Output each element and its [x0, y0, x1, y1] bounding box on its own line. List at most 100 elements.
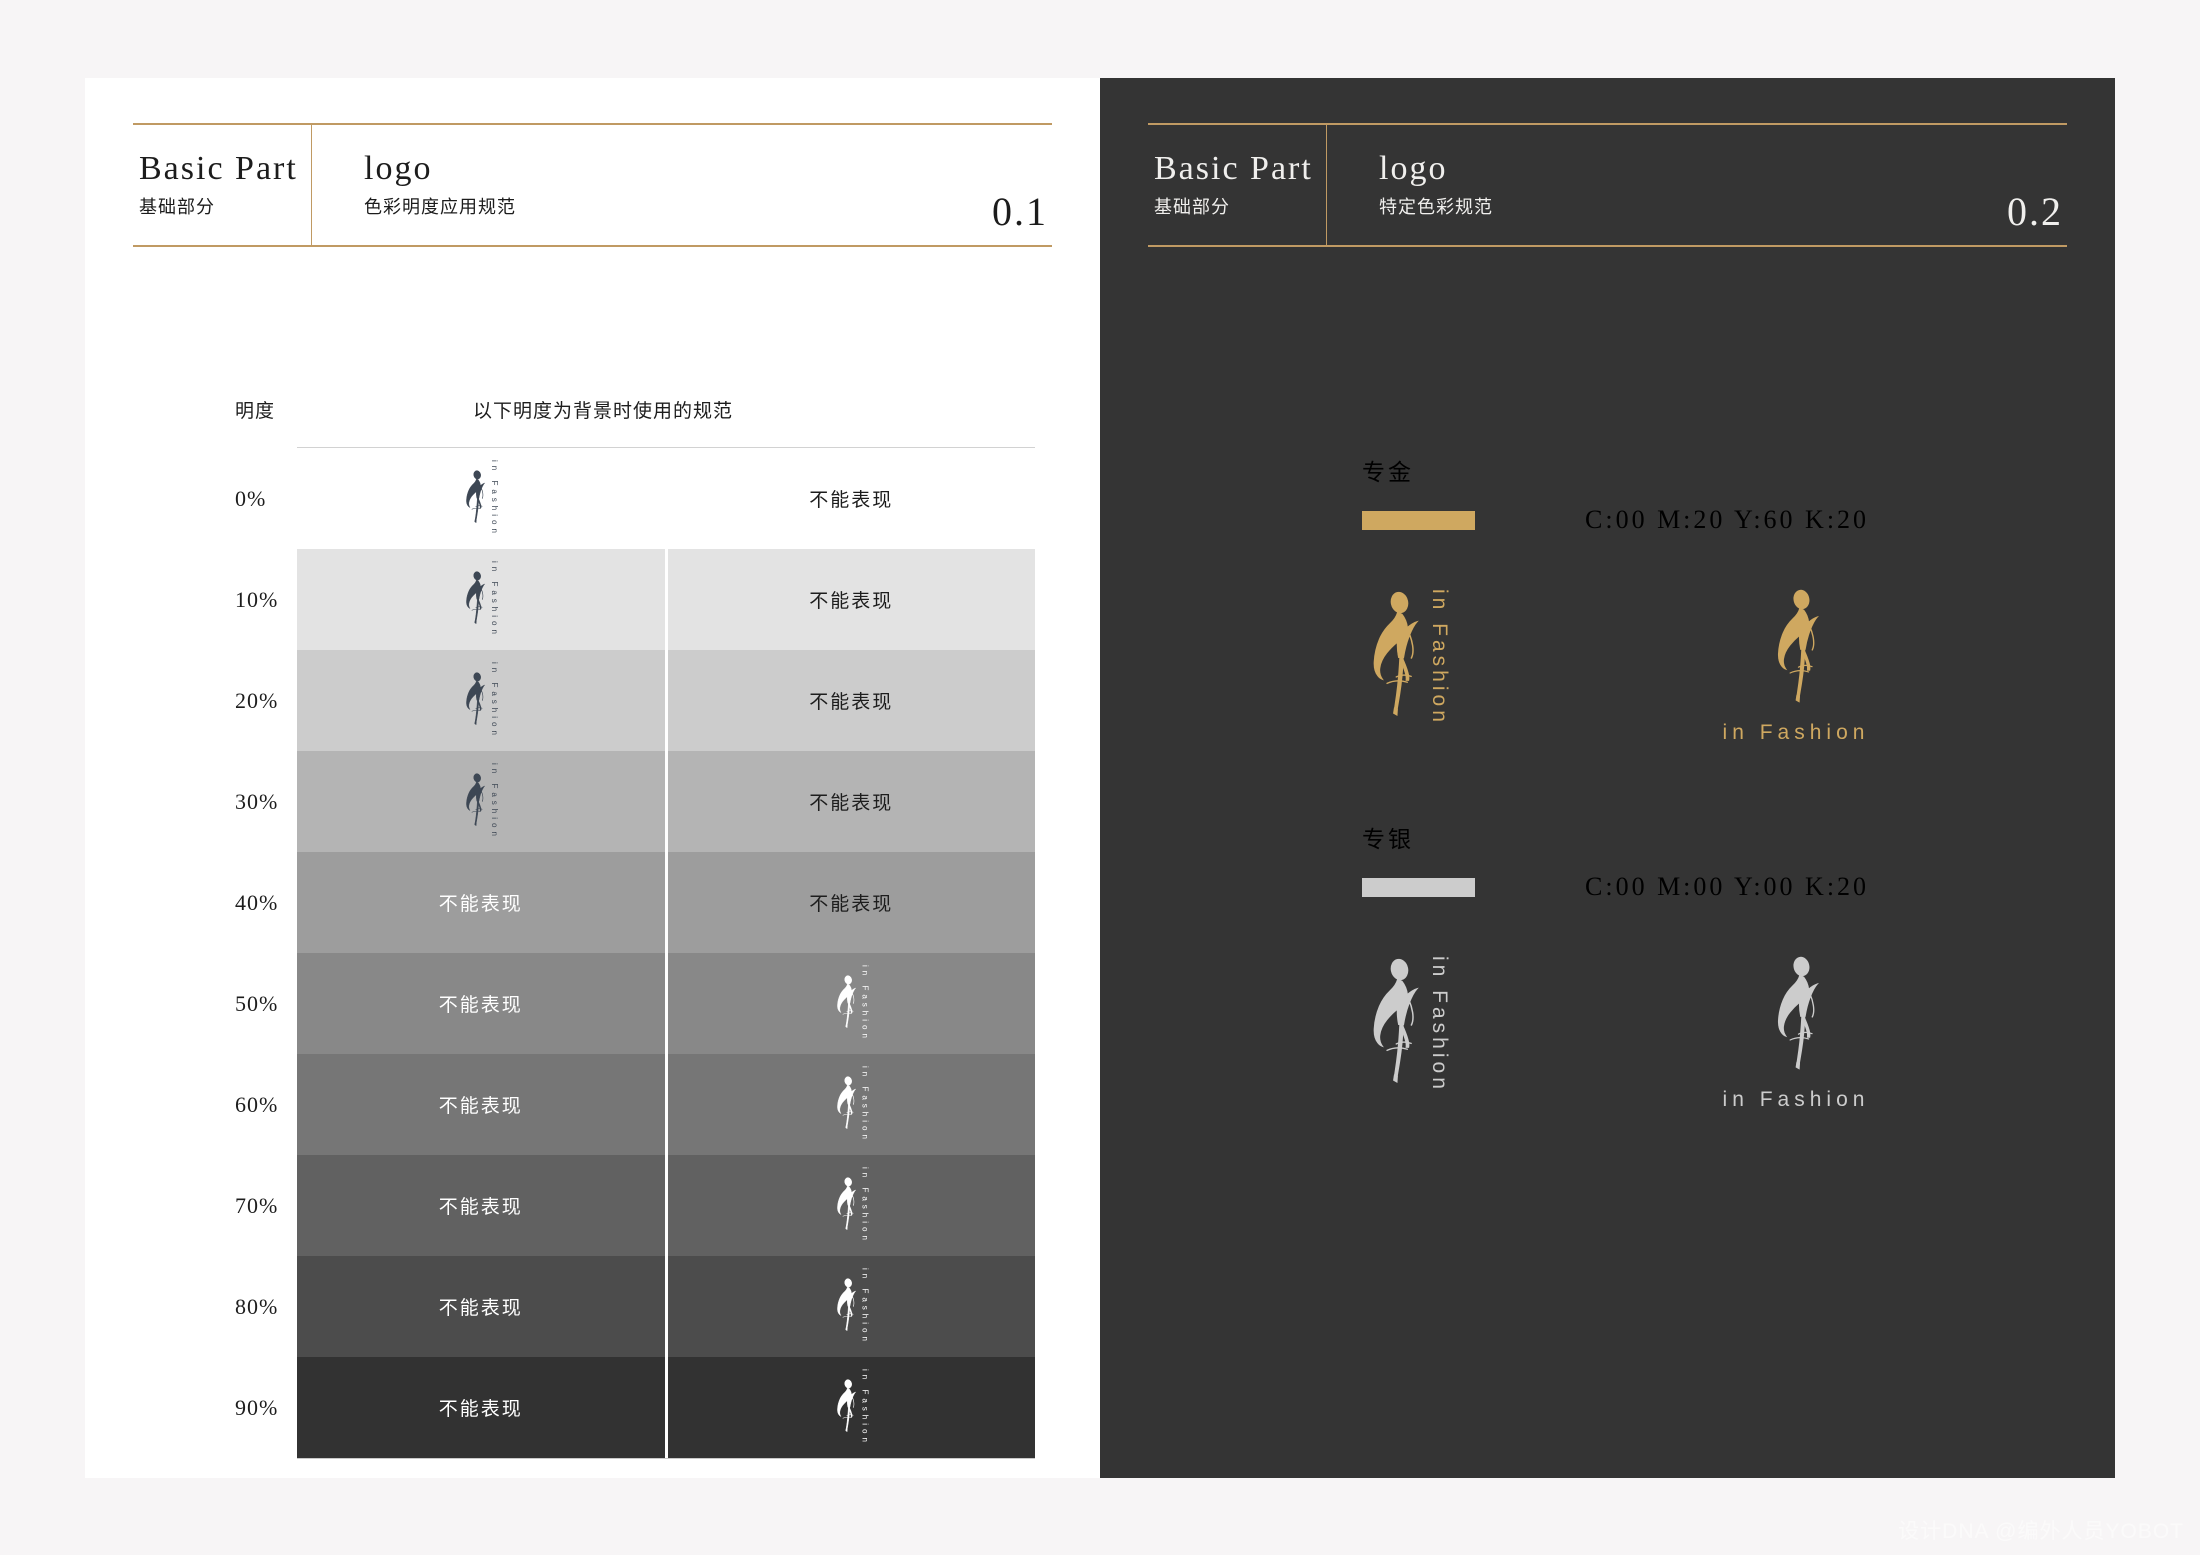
row-brightness-label: 90% [235, 1357, 297, 1458]
table-cell-left: 不能表现 [297, 852, 665, 953]
page-left: Basic Part 基础部分 logo 色彩明度应用规范 0.1 明度 以下明… [85, 78, 1100, 1478]
spec-block-silver: 专银 C:00 M:00 Y:00 K:20 in Fashion in Fas… [1362, 820, 2062, 1112]
table-bottom-rule [297, 1458, 1035, 1459]
table-row: 70% 不能表现 in Fashion [235, 1155, 1035, 1256]
header-section-block: Basic Part 基础部分 [133, 149, 311, 221]
cell-label: 不能表现 [438, 1197, 523, 1218]
header-section-cn: 基础部分 [139, 197, 215, 218]
logo-mark-vertical: in Fashion [1366, 589, 1451, 726]
header-page-number: 0.2 [2007, 189, 2063, 234]
color-swatch-gold [1362, 510, 1475, 530]
fashion-figure-icon [463, 571, 487, 627]
table-cell-right: in Fashion [664, 953, 1035, 1054]
table-cell-left: in Fashion [297, 751, 665, 852]
color-swatch-silver [1362, 877, 1475, 897]
logo-wordmark: in Fashion [860, 1369, 870, 1446]
logo-mark-vertical: in Fashion [463, 460, 499, 537]
fashion-figure-icon [1771, 589, 1822, 709]
fashion-figure-icon [834, 1076, 858, 1132]
table-row: 30% in Fashion 不能表现 [235, 751, 1035, 852]
table-row: 40% 不能表现 不能表现 [235, 852, 1035, 953]
logo-wordmark: in Fashion [1722, 1088, 1870, 1111]
logo-mark-vertical: in Fashion [463, 561, 500, 638]
page-right: Basic Part 基础部分 logo 特定色彩规范 0.2 专金 C:00 … [1100, 78, 2115, 1478]
table-row: 90% 不能表现 in Fashion [235, 1357, 1035, 1458]
header-page-number: 0.1 [992, 189, 1048, 234]
table-cell-left: 不能表现 [297, 953, 665, 1054]
fashion-figure-icon [834, 975, 858, 1031]
brightness-table: 明度 以下明度为背景时使用的规范 0% in Fashion 不能表现 10% in F… [235, 388, 1035, 1459]
watermark: 设计DNA @编外人员YOBOT [1898, 1520, 2184, 1543]
cell-label: 不能表现 [809, 692, 894, 713]
row-brightness-label: 20% [235, 650, 297, 751]
table-cell-right: 不能表现 [664, 448, 1035, 549]
fashion-figure-icon [463, 470, 487, 526]
logo-wordmark: in Fashion [860, 965, 870, 1042]
cell-label: 不能表现 [438, 1298, 523, 1319]
row-brightness-label: 50% [235, 953, 297, 1054]
logo-mark-horizontal: in Fashion [1723, 956, 1870, 1112]
cell-label: 不能表现 [809, 894, 894, 915]
cell-label: 不能表现 [438, 894, 523, 915]
logo-mark-horizontal: in Fashion [1723, 589, 1870, 745]
logo-horizontal-slot-silver: in Fashion [1656, 956, 1936, 1112]
cell-label: 不能表现 [809, 793, 894, 814]
logo-mark-vertical: in Fashion [463, 662, 500, 739]
column-header-usage: 以下明度为背景时使用的规范 [473, 401, 734, 422]
row-brightness-label: 60% [235, 1054, 297, 1155]
header-topic-en: logo [1379, 149, 1448, 187]
table-cell-left: in Fashion [297, 448, 665, 549]
table-row: 60% 不能表现 in Fashion [235, 1054, 1035, 1155]
table-row: 10% in Fashion 不能表现 [235, 549, 1035, 650]
fashion-figure-icon [834, 1278, 858, 1334]
logo-wordmark: in Fashion [860, 1268, 870, 1345]
table-cell-left: 不能表现 [297, 1357, 665, 1458]
logo-mark-vertical: in Fashion [834, 1167, 870, 1244]
logo-mark-vertical: in Fashion [1366, 956, 1451, 1093]
table-body: 0% in Fashion 不能表现 10% in Fashion 不能表现 20% in F… [235, 448, 1035, 1459]
header-topic-block: logo 特定色彩规范 [1327, 149, 2067, 221]
fashion-figure-icon [1366, 591, 1422, 723]
spec-block-gold: 专金 C:00 M:20 Y:60 K:20 in Fashion in Fas… [1362, 453, 2062, 745]
table-cell-right: in Fashion [664, 1155, 1035, 1256]
fashion-figure-icon [834, 1379, 858, 1435]
logo-horizontal-slot-gold: in Fashion [1656, 589, 1936, 745]
cell-label: 不能表现 [438, 1399, 523, 1420]
fashion-figure-icon [463, 773, 487, 829]
cell-label: 不能表现 [438, 1096, 523, 1117]
logo-vertical-slot-silver: in Fashion [1366, 956, 1616, 1093]
cell-label: 不能表现 [809, 490, 894, 511]
table-cell-left: 不能表现 [297, 1155, 665, 1256]
header-section-en: Basic Part [1154, 149, 1313, 187]
table-cell-left: in Fashion [297, 650, 665, 751]
table-cell-right: in Fashion [664, 1357, 1035, 1458]
table-cell-left: in Fashion [297, 549, 665, 650]
logo-wordmark: in Fashion [490, 763, 500, 840]
fashion-figure-icon [834, 1177, 858, 1233]
page-left-header: Basic Part 基础部分 logo 色彩明度应用规范 0.1 [133, 123, 1052, 247]
cell-label: 不能表现 [809, 591, 894, 612]
logo-wordmark: in Fashion [860, 1066, 870, 1143]
column-header-brightness: 明度 [235, 401, 276, 422]
table-cell-right: 不能表现 [664, 650, 1035, 751]
table-header-row: 明度 以下明度为背景时使用的规范 [235, 388, 1035, 448]
row-brightness-label: 40% [235, 852, 297, 953]
row-brightness-label: 10% [235, 549, 297, 650]
fashion-figure-icon [1771, 956, 1822, 1076]
table-cell-right: 不能表现 [664, 852, 1035, 953]
logo-wordmark: in Fashion [490, 662, 500, 739]
spec-title-silver: 专银 [1362, 826, 1414, 852]
logo-wordmark: in Fashion [1428, 956, 1451, 1093]
header-topic-cn: 特定色彩规范 [1379, 197, 1493, 218]
table-cell-left: 不能表现 [297, 1256, 665, 1357]
logo-mark-vertical: in Fashion [834, 1066, 870, 1143]
logo-wordmark: in Fashion [1722, 721, 1870, 744]
header-section-en: Basic Part [139, 149, 298, 187]
logo-wordmark: in Fashion [490, 561, 500, 638]
cmyk-value-silver: C:00 M:00 Y:00 K:20 [1585, 872, 1870, 901]
spec-title-gold: 专金 [1362, 459, 1414, 485]
row-brightness-label: 80% [235, 1256, 297, 1357]
logo-variants-silver: in Fashion in Fashion [1362, 956, 2062, 1112]
logo-mark-vertical: in Fashion [834, 965, 870, 1042]
table-row: 50% 不能表现 in Fashion [235, 953, 1035, 1054]
